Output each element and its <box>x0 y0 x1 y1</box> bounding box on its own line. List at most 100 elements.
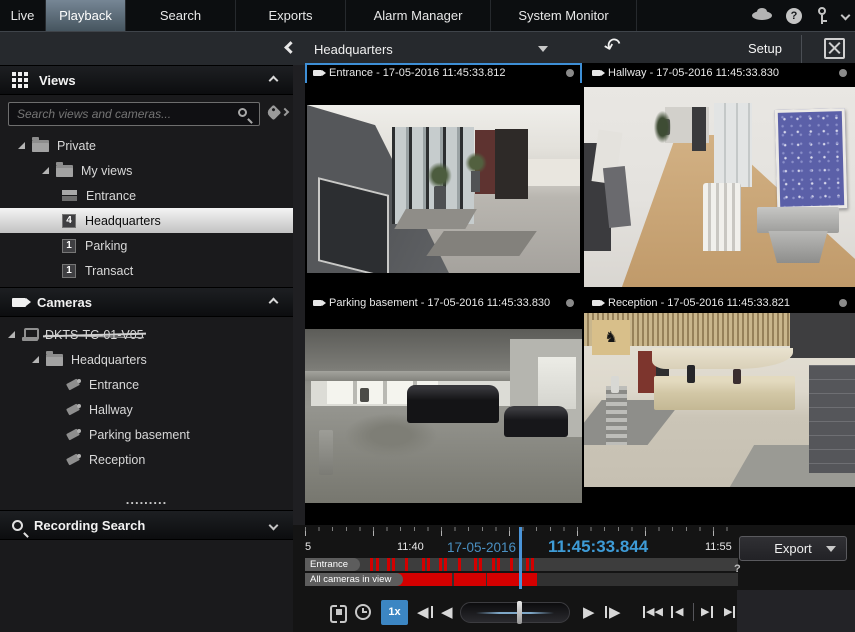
cameras-tree: DKTS-TC-01-V05 Headquarters Entrance Hal… <box>0 317 293 472</box>
view-selector-value: Headquarters <box>314 42 393 57</box>
expand-triangle-icon[interactable] <box>42 167 49 174</box>
tree-view-parking[interactable]: 1 Parking <box>0 233 293 258</box>
tab-alarm-manager[interactable]: Alarm Manager <box>346 0 491 31</box>
tree-label: Entrance <box>89 378 139 392</box>
previous-sequence-button[interactable]: ◀ <box>671 592 683 632</box>
camera-tile-entrance[interactable]: Entrance - 17-05-2016 11:45:33.812 <box>305 63 582 291</box>
tile-title: Entrance - 17-05-2016 11:45:33.812 <box>329 67 506 79</box>
ptz-camera-icon <box>66 379 81 391</box>
tree-camera-hallway[interactable]: Hallway <box>0 397 293 422</box>
views-collapse-icon[interactable] <box>269 75 279 85</box>
camera-indicator-icon <box>566 299 574 307</box>
video-entrance[interactable] <box>305 83 582 291</box>
previous-image-button[interactable]: ◀ <box>417 592 433 632</box>
last-sequence-button[interactable]: ▶ <box>724 592 735 632</box>
video-hallway[interactable] <box>584 83 855 291</box>
recording-search-expand-icon[interactable] <box>269 520 279 530</box>
cloud-status-icon[interactable] <box>752 11 772 20</box>
view-count-badge: 1 <box>62 264 76 278</box>
tree-folder-my-views[interactable]: My views <box>0 158 293 183</box>
server-name: DKTS-TC-01-V05 <box>45 328 144 342</box>
tree-view-entrance[interactable]: Entrance <box>0 183 293 208</box>
toolbar-divider <box>801 35 802 63</box>
tree-label: Private <box>57 139 96 153</box>
video-reception[interactable]: ♞ <box>584 313 855 525</box>
speed-slider-handle[interactable] <box>517 601 522 624</box>
first-sequence-button[interactable]: ◀◀ <box>643 592 663 632</box>
speed-slider[interactable] <box>460 592 570 632</box>
cameras-collapse-icon[interactable] <box>269 297 279 307</box>
tree-camera-folder[interactable]: Headquarters <box>0 347 293 372</box>
export-button[interactable]: Export <box>739 536 847 561</box>
recording-search-title: Recording Search <box>34 518 145 533</box>
timeline-playhead[interactable] <box>519 527 522 589</box>
search-input[interactable] <box>8 102 260 126</box>
camera-indicator-icon <box>839 299 847 307</box>
tree-camera-reception[interactable]: Reception <box>0 447 293 472</box>
next-sequence-button[interactable]: ▶ <box>701 592 713 632</box>
playback-speed-button[interactable]: 1x <box>381 592 408 632</box>
tree-camera-entrance[interactable]: Entrance <box>0 372 293 397</box>
collapse-sidebar-icon[interactable] <box>284 41 297 54</box>
timeline: 5 11:40 17-05-2016 11:45:33.844 11:55 En… <box>293 525 855 632</box>
views-grid-icon <box>12 72 28 88</box>
play-forward-button[interactable]: ▶ <box>583 592 595 632</box>
timeline-ruler-area[interactable]: 5 11:40 17-05-2016 11:45:33.844 11:55 En… <box>305 525 738 591</box>
panel-splitter-handle[interactable]: ......... <box>0 496 293 510</box>
fullscreen-icon[interactable] <box>824 38 845 59</box>
video-parking-basement[interactable] <box>305 313 582 525</box>
timeline-date: 17-05-2016 <box>447 540 516 555</box>
camera-tile-reception[interactable]: Reception - 17-05-2016 11:45:33.821 ♞ <box>584 293 855 525</box>
timeline-left-time: 11:40 <box>397 541 424 553</box>
horse-sign: ♞ <box>592 320 630 355</box>
tab-exports[interactable]: Exports <box>236 0 346 31</box>
cameras-panel-header[interactable]: Cameras <box>0 287 293 317</box>
setup-button[interactable]: Setup <box>748 41 782 56</box>
tile-header: Entrance - 17-05-2016 11:45:33.812 <box>305 63 582 83</box>
tree-camera-parking-basement[interactable]: Parking basement <box>0 422 293 447</box>
parking-scene <box>305 329 582 503</box>
camera-icon <box>313 70 322 76</box>
views-panel-header[interactable]: Views <box>0 65 293 95</box>
bottom-right-panel <box>737 590 855 632</box>
key-icon[interactable] <box>816 7 828 25</box>
tree-server[interactable]: DKTS-TC-01-V05 <box>0 322 293 347</box>
camera-indicator-icon <box>839 69 847 77</box>
camera-tile-parking-basement[interactable]: Parking basement - 17-05-2016 11:45:33.8… <box>305 293 582 525</box>
track-label: All cameras in view <box>305 573 403 586</box>
view-count-badge: 4 <box>62 214 76 228</box>
export-label: Export <box>774 541 812 556</box>
tab-live[interactable]: Live <box>0 0 46 31</box>
tree-view-transact[interactable]: 1 Transact <box>0 258 293 283</box>
recording-search-header[interactable]: Recording Search <box>0 510 293 540</box>
tree-folder-private[interactable]: Private <box>0 133 293 158</box>
tree-view-headquarters[interactable]: 4 Headquarters <box>0 208 293 233</box>
camera-icon <box>313 300 322 306</box>
expand-triangle-icon[interactable] <box>32 356 39 363</box>
tab-system-monitor[interactable]: System Monitor <box>491 0 637 31</box>
expand-triangle-icon[interactable] <box>18 142 25 149</box>
view-selector[interactable]: Headquarters <box>314 38 562 60</box>
timeline-help-icon[interactable]: ? <box>734 563 741 575</box>
tag-filter-icon[interactable] <box>266 105 282 121</box>
view-shortcut-icon[interactable]: ↶ <box>601 32 624 61</box>
ptz-camera-icon <box>66 454 81 466</box>
set-time-button[interactable] <box>355 592 371 632</box>
tab-search[interactable]: Search <box>126 0 236 31</box>
expand-triangle-icon[interactable] <box>8 331 15 338</box>
view-toolbar: Headquarters ↶ Setup <box>0 31 855 65</box>
tab-playback[interactable]: Playback <box>46 0 126 31</box>
tag-filter-chevron-icon <box>281 108 289 116</box>
chevron-down-icon[interactable] <box>841 11 851 21</box>
cameras-panel-title: Cameras <box>37 295 92 310</box>
camera-grid: Entrance - 17-05-2016 11:45:33.812 Hallw… <box>305 63 855 525</box>
time-selection-button[interactable] <box>330 592 347 632</box>
tree-label: Headquarters <box>71 353 147 367</box>
help-icon[interactable]: ? <box>786 8 802 24</box>
camera-icon <box>592 70 601 76</box>
search-icon[interactable] <box>238 108 247 117</box>
play-backward-button[interactable]: ◀ <box>441 592 453 632</box>
reception-scene: ♞ <box>584 313 855 487</box>
next-image-button[interactable]: ▶ <box>605 592 621 632</box>
camera-tile-hallway[interactable]: Hallway - 17-05-2016 11:45:33.830 <box>584 63 855 291</box>
